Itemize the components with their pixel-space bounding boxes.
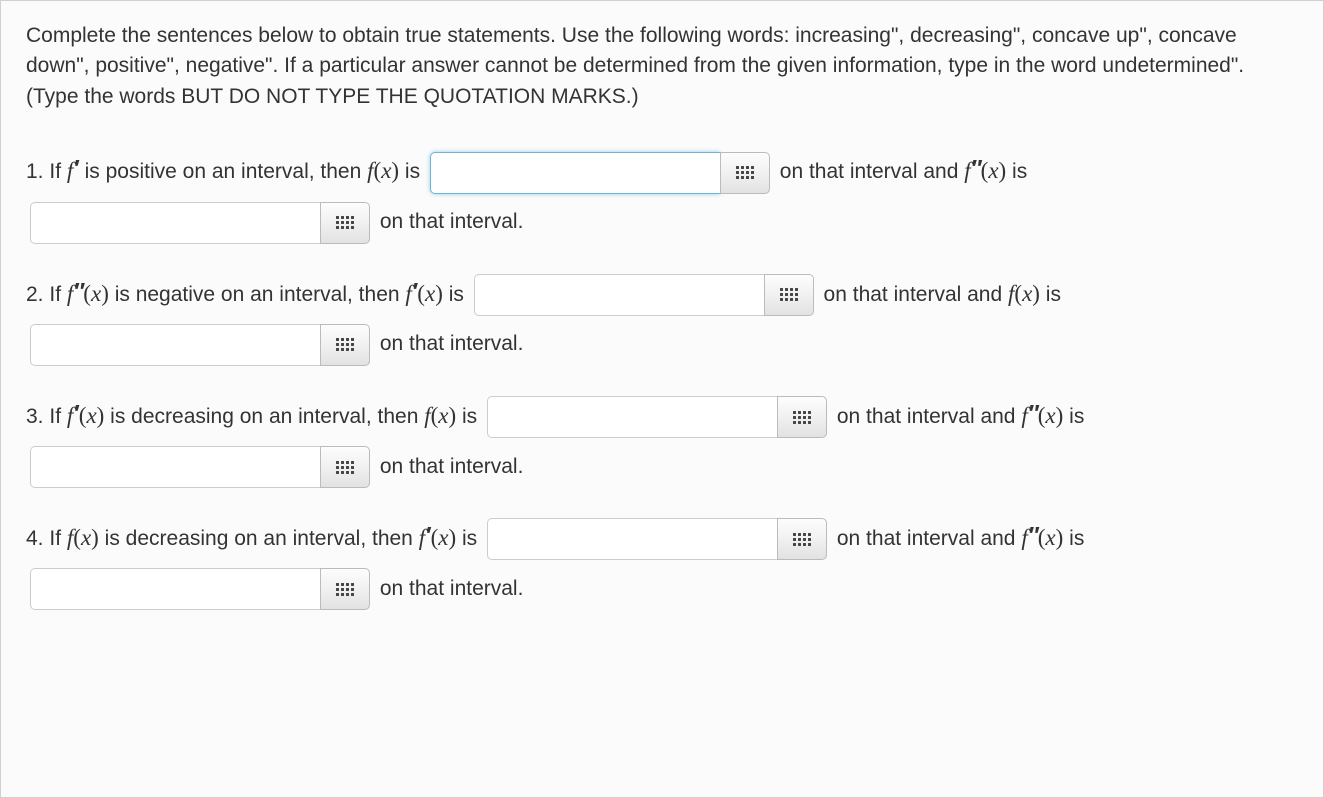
q3-num: 3.: [26, 405, 44, 428]
q1-num: 1.: [26, 160, 44, 183]
answer-input-q1-a[interactable]: [430, 152, 720, 194]
q2-mid: on that interval and: [824, 283, 1008, 306]
q2-t2-is: is: [1040, 283, 1061, 306]
q3-lead: If: [49, 405, 67, 428]
keypad-button[interactable]: [777, 518, 827, 560]
answer-input-q2-b[interactable]: [30, 324, 320, 366]
q3-t2-is: is: [1063, 405, 1084, 428]
q2-lead: If: [49, 283, 67, 306]
q2-cond-rest: is negative on an interval, then: [109, 283, 406, 306]
keypad-icon: [780, 288, 798, 301]
q2-cond-fn: f″(x): [67, 281, 109, 306]
keypad-icon: [336, 583, 354, 596]
q3-input2-wrap: [30, 446, 370, 488]
q4-input1-wrap: [487, 518, 827, 560]
q3-t1-is: is: [456, 405, 483, 428]
q1-target1-fn: f(x): [367, 158, 399, 183]
question-1: 1. If f′ is positive on an interval, the…: [26, 142, 1298, 246]
q4-t1-is: is: [456, 527, 483, 550]
q1-cond-rest: is positive on an interval, then: [79, 160, 367, 183]
q1-target2-fn: f″(x): [964, 158, 1006, 183]
q1-end: on that interval.: [380, 210, 524, 233]
q3-end: on that interval.: [380, 455, 524, 478]
q2-target1-fn: f′(x): [405, 281, 442, 306]
q1-input2-wrap: [30, 202, 370, 244]
q4-end: on that interval.: [380, 577, 524, 600]
keypad-icon: [793, 411, 811, 424]
answer-input-q4-b[interactable]: [30, 568, 320, 610]
problem-container: Complete the sentences below to obtain t…: [0, 0, 1324, 798]
q1-input1-wrap: [430, 152, 770, 194]
q3-mid: on that interval and: [837, 405, 1021, 428]
question-3: 3. If f′(x) is decreasing on an interval…: [26, 387, 1298, 491]
keypad-icon: [336, 461, 354, 474]
q4-num: 4.: [26, 527, 44, 550]
q3-target2-fn: f″(x): [1021, 403, 1063, 428]
keypad-button[interactable]: [320, 324, 370, 366]
answer-input-q1-b[interactable]: [30, 202, 320, 244]
q1-t1-is: is: [399, 160, 426, 183]
instructions-text: Complete the sentences below to obtain t…: [26, 21, 1298, 112]
q3-cond-fn: f′(x): [67, 403, 104, 428]
q4-lead: If: [49, 527, 67, 550]
q3-input1-wrap: [487, 396, 827, 438]
q4-target2-fn: f″(x): [1021, 525, 1063, 550]
keypad-icon: [793, 533, 811, 546]
keypad-button[interactable]: [320, 568, 370, 610]
keypad-button[interactable]: [777, 396, 827, 438]
q2-input2-wrap: [30, 324, 370, 366]
question-2: 2. If f″(x) is negative on an interval, …: [26, 265, 1298, 369]
q4-target1-fn: f′(x): [419, 525, 456, 550]
keypad-icon: [736, 166, 754, 179]
q4-input2-wrap: [30, 568, 370, 610]
q1-t2-is: is: [1006, 160, 1027, 183]
q4-t2-is: is: [1063, 527, 1084, 550]
q2-target2-fn: f(x): [1008, 281, 1040, 306]
keypad-button[interactable]: [320, 446, 370, 488]
answer-input-q2-a[interactable]: [474, 274, 764, 316]
keypad-icon: [336, 338, 354, 351]
q4-mid: on that interval and: [837, 527, 1021, 550]
keypad-button[interactable]: [320, 202, 370, 244]
answer-input-q3-b[interactable]: [30, 446, 320, 488]
keypad-button[interactable]: [764, 274, 814, 316]
q3-cond-rest: is decreasing on an interval, then: [104, 405, 424, 428]
q4-cond-rest: is decreasing on an interval, then: [99, 527, 419, 550]
q2-num: 2.: [26, 283, 44, 306]
q2-input1-wrap: [474, 274, 814, 316]
answer-input-q3-a[interactable]: [487, 396, 777, 438]
keypad-button[interactable]: [720, 152, 770, 194]
q2-end: on that interval.: [380, 332, 524, 355]
question-4: 4. If f(x) is decreasing on an interval,…: [26, 509, 1298, 613]
answer-input-q4-a[interactable]: [487, 518, 777, 560]
q1-lead: If: [49, 160, 67, 183]
q3-target1-fn: f(x): [424, 403, 456, 428]
keypad-icon: [336, 216, 354, 229]
q1-cond-fn: f′: [67, 158, 79, 183]
q1-mid: on that interval and: [780, 160, 964, 183]
q2-t1-is: is: [443, 283, 470, 306]
q4-cond-fn: f(x): [67, 525, 99, 550]
